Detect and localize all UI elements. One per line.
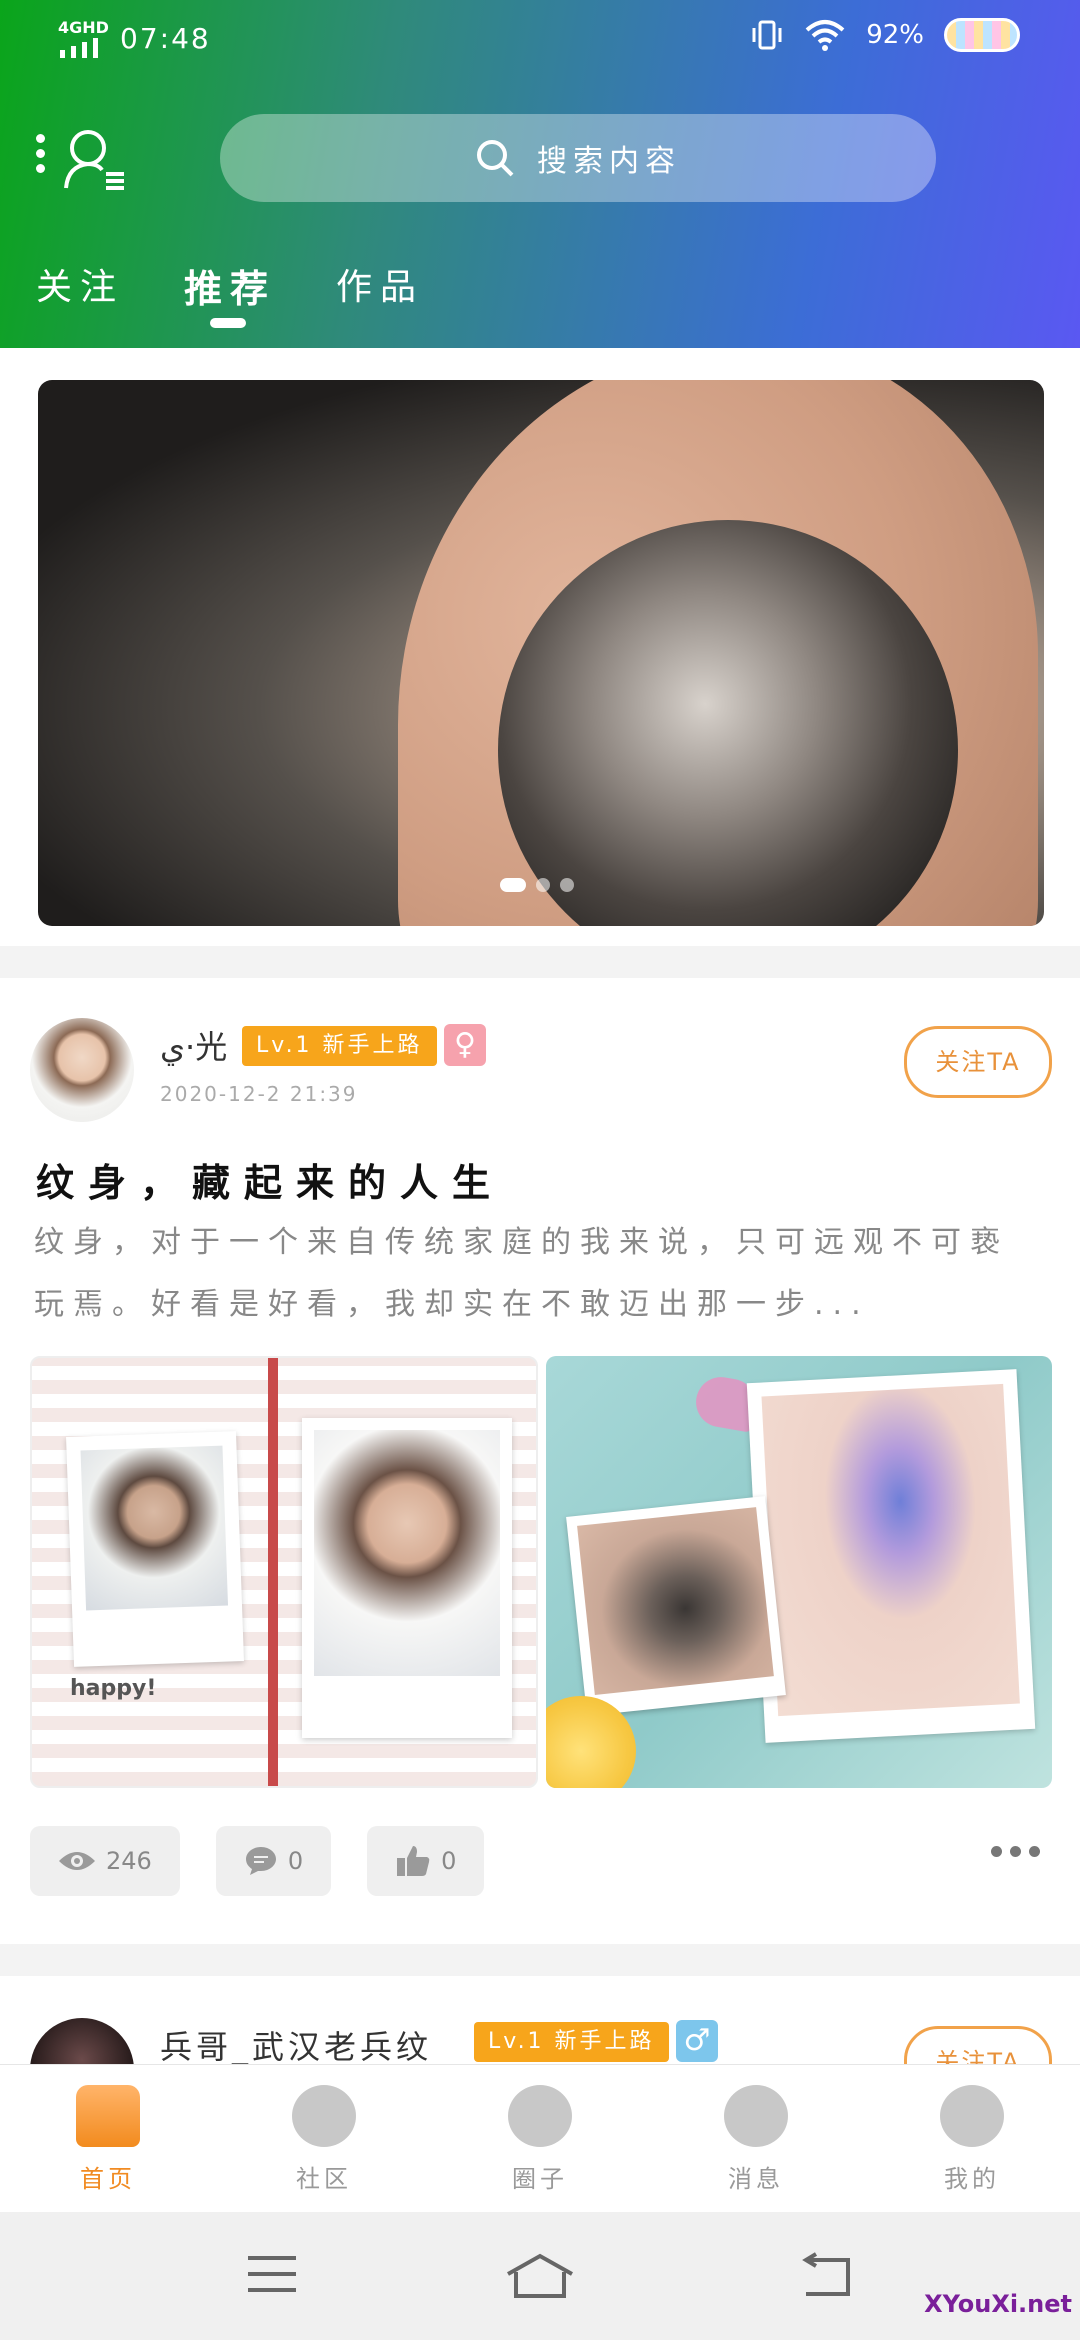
follow-button[interactable]: 关注TA <box>904 2026 1052 2064</box>
search-icon <box>477 140 514 177</box>
female-icon: ♀ <box>444 1024 486 1066</box>
thumbs-up-icon <box>397 1846 430 1876</box>
watermark: XYouXi.net <box>924 2290 1072 2318</box>
banner-carousel[interactable] <box>38 380 1044 926</box>
post-date: 2020-12-2 21:39 <box>160 1082 358 1106</box>
views-stat: 246 <box>30 1826 180 1896</box>
post-excerpt[interactable]: 纹身，对于一个来自传统家庭的我来说，只可远观不可亵玩焉。好看是好看，我却实在不敢… <box>34 1212 1044 1336</box>
nav-label: 首页 <box>80 2165 136 2193</box>
profile-icon <box>940 2085 1004 2147</box>
photo-frame <box>302 1418 512 1738</box>
follow-button[interactable]: 关注TA <box>904 1026 1052 1098</box>
avatar[interactable] <box>30 2018 134 2064</box>
username[interactable]: 兵哥_武汉老兵纹 <box>160 2022 432 2064</box>
app-header: 4GHD 07:48 92% 搜索内容 关注 推荐 作品 <box>0 0 1080 348</box>
post-title[interactable]: 纹身，藏起来的人生 <box>36 1152 504 1207</box>
photo-frame <box>66 1431 244 1667</box>
wifi-icon <box>805 20 845 51</box>
comment-count: 0 <box>287 1847 304 1875</box>
feed-tabs: 关注 推荐 作品 <box>36 258 484 328</box>
nav-messages[interactable]: 消息 <box>648 2065 864 2213</box>
male-icon: ♂ <box>676 2020 718 2062</box>
carousel-indicator <box>500 878 574 892</box>
nav-community[interactable]: 社区 <box>216 2065 432 2213</box>
carousel-dot <box>536 878 550 892</box>
nav-circle[interactable]: 圈子 <box>432 2065 648 2213</box>
nav-label: 社区 <box>296 2165 352 2193</box>
tattoo-sketch <box>746 1369 1036 1743</box>
system-navigation-bar <box>0 2212 1080 2340</box>
feed: ي·光 Lv.1 新手上路 ♀ 2020-12-2 21:39 关注TA 纹身，… <box>0 348 1080 2064</box>
avatar[interactable] <box>30 1018 134 1122</box>
search-input[interactable]: 搜索内容 <box>220 114 936 202</box>
tab-works[interactable]: 作品 <box>336 258 424 313</box>
battery-percent: 92% <box>866 20 924 50</box>
level-badge: Lv.1 新手上路 <box>242 1026 437 1066</box>
status-bar: 4GHD 07:48 92% <box>0 0 1080 80</box>
post-card[interactable]: ي·光 Lv.1 新手上路 ♀ 2020-12-2 21:39 关注TA 纹身，… <box>0 978 1080 1944</box>
like-count: 0 <box>441 1847 457 1875</box>
home-icon <box>76 2085 140 2147</box>
tattoo-photo <box>566 1496 786 1716</box>
home-button-icon[interactable] <box>504 2252 576 2300</box>
nav-home[interactable]: 首页 <box>0 2065 216 2213</box>
username[interactable]: ي·光 <box>160 1022 231 1068</box>
vibrate-icon <box>752 20 782 50</box>
message-icon <box>724 2085 788 2147</box>
nav-label: 消息 <box>728 2165 784 2193</box>
nav-profile[interactable]: 我的 <box>864 2065 1080 2213</box>
views-count: 246 <box>106 1847 152 1875</box>
more-menu-icon[interactable] <box>36 134 46 180</box>
banner-section <box>0 348 1080 946</box>
bottom-navigation: 首页 社区 圈子 消息 我的 <box>0 2064 1080 2213</box>
battery-icon <box>944 18 1020 52</box>
comment-icon <box>245 1847 276 1875</box>
clock: 07:48 <box>120 22 211 55</box>
user-list-icon[interactable] <box>62 126 128 192</box>
post-image[interactable]: happy! <box>30 1356 538 1788</box>
tab-recommend[interactable]: 推荐 <box>184 258 276 328</box>
comment-button[interactable]: 0 <box>215 1826 332 1896</box>
tab-follow[interactable]: 关注 <box>36 258 124 313</box>
more-options-icon[interactable] <box>991 1846 1040 1857</box>
eye-icon <box>59 1852 95 1870</box>
recent-apps-icon[interactable] <box>244 2252 300 2296</box>
like-button[interactable]: 0 <box>367 1826 485 1896</box>
post-stats: 246 0 0 <box>30 1826 485 1896</box>
back-icon[interactable] <box>796 2252 856 2298</box>
nav-label: 圈子 <box>512 2165 568 2193</box>
status-right: 92% <box>750 18 1020 52</box>
carousel-dot <box>560 878 574 892</box>
signal-icon <box>60 38 98 58</box>
circle-icon <box>508 2085 572 2147</box>
level-badge: Lv.1 新手上路 <box>474 2022 669 2062</box>
post-image[interactable] <box>546 1356 1052 1788</box>
sticker-text: happy! <box>70 1676 157 1701</box>
carousel-dot <box>500 878 526 892</box>
network-type: 4GHD <box>58 18 109 37</box>
search-placeholder: 搜索内容 <box>537 144 681 179</box>
nav-label: 我的 <box>944 2165 1000 2193</box>
binder-strip <box>268 1358 278 1786</box>
post-card[interactable]: 兵哥_武汉老兵纹 Lv.1 新手上路 ♂ 关注TA <box>0 1976 1080 2064</box>
community-icon <box>292 2085 356 2147</box>
